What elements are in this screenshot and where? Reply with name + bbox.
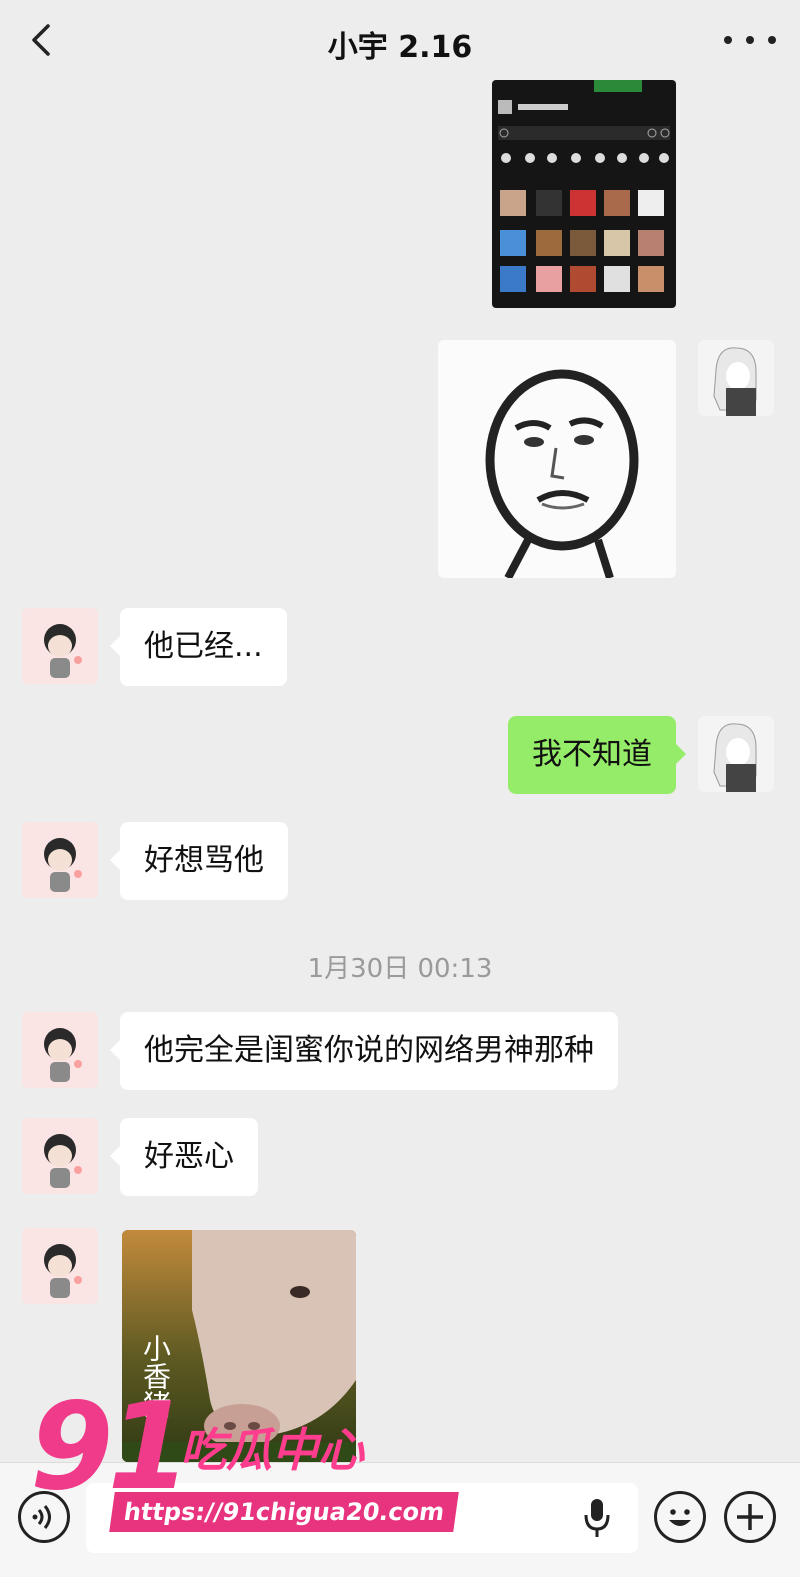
message-bubble-outgoing[interactable]: 我不知道 <box>508 716 686 794</box>
plus-icon[interactable] <box>724 1491 776 1543</box>
contact-avatar[interactable] <box>22 1228 98 1304</box>
message-bubble-incoming[interactable]: 好恶心 <box>110 1118 258 1196</box>
message-bubble-incoming[interactable]: 好想骂他 <box>110 822 288 900</box>
site-watermark: 91 吃瓜中心 https://91chigua20.com <box>30 1378 460 1548</box>
contact-avatar[interactable] <box>22 608 98 684</box>
self-avatar[interactable] <box>698 340 774 416</box>
message-bubble-incoming[interactable]: 他已经... <box>110 608 287 686</box>
message-bubble-incoming[interactable]: 他完全是闺蜜你说的网络男神那种 <box>110 1012 618 1090</box>
message-timestamp: 1月30日 00:13 <box>307 954 493 984</box>
meme-face-sticker[interactable] <box>438 340 676 578</box>
watermark-name: 吃瓜中心 <box>180 1423 364 1477</box>
chat-title: 小宇 2.16 <box>327 30 473 65</box>
sticker-panel-screenshot[interactable] <box>492 80 676 308</box>
contact-avatar[interactable] <box>22 1118 98 1194</box>
contact-avatar[interactable] <box>22 822 98 898</box>
watermark-number: 91 <box>30 1378 191 1517</box>
emoji-icon[interactable] <box>654 1491 706 1543</box>
self-avatar[interactable] <box>698 716 774 792</box>
microphone-icon[interactable] <box>582 1497 612 1539</box>
more-options-icon[interactable] <box>724 20 776 60</box>
watermark-url: https://91chigua20.com <box>109 1492 460 1532</box>
chat-header: 小宇 2.16 <box>0 0 800 80</box>
contact-avatar[interactable] <box>22 1012 98 1088</box>
